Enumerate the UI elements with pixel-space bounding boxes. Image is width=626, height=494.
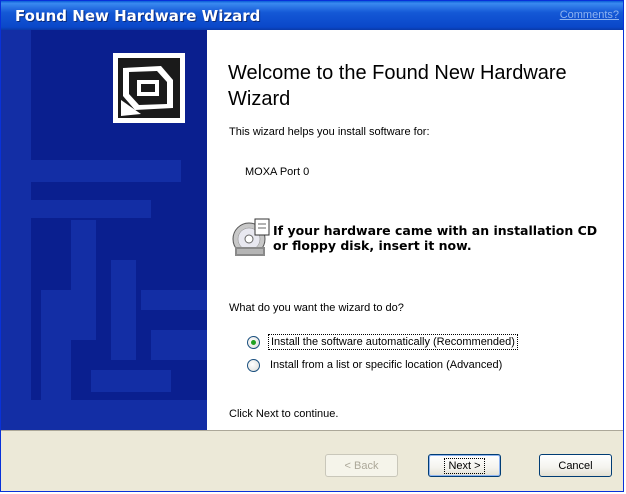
button-bar: < Back Next > Cancel	[1, 430, 623, 491]
page-title: Welcome to the Found New Hardware Wizard	[228, 62, 567, 110]
device-name: MOXA Port 0	[245, 166, 310, 178]
question-text: What do you want the wizard to do?	[229, 302, 404, 314]
wizard-sidebar-graphic	[1, 30, 207, 430]
hardware-wizard-icon	[113, 53, 185, 123]
comments-link[interactable]: Comments?	[560, 9, 619, 21]
title-bar[interactable]: Found New Hardware Wizard Comments?	[1, 1, 623, 30]
option-install-from-list[interactable]: Install from a list or specific location…	[247, 356, 504, 374]
option-label-automatic[interactable]: Install the software automatically (Reco…	[268, 334, 518, 350]
option-install-automatically[interactable]: Install the software automatically (Reco…	[247, 333, 518, 351]
cd-icon	[232, 218, 270, 256]
wizard-content: Welcome to the Found New Hardware Wizard…	[207, 30, 623, 430]
cancel-button[interactable]: Cancel	[539, 454, 612, 477]
cancel-button-label: Cancel	[558, 459, 593, 472]
next-button-label: Next >	[444, 457, 485, 474]
hardware-watermark-graphic	[1, 30, 207, 430]
cd-notice: If your hardware came with an installati…	[273, 223, 598, 253]
next-button[interactable]: Next >	[428, 454, 501, 477]
back-button[interactable]: < Back	[325, 454, 398, 477]
intro-text: This wizard helps you install software f…	[229, 126, 430, 138]
option-label-advanced[interactable]: Install from a list or specific location…	[268, 358, 504, 372]
back-button-label: < Back	[344, 459, 379, 472]
wizard-window: Found New Hardware Wizard Comments? Welc…	[0, 0, 624, 492]
continue-text: Click Next to continue.	[229, 408, 339, 420]
window-title: Found New Hardware Wizard	[15, 7, 261, 25]
radio-install-from-list[interactable]	[247, 358, 260, 372]
radio-install-automatically[interactable]	[247, 335, 260, 349]
